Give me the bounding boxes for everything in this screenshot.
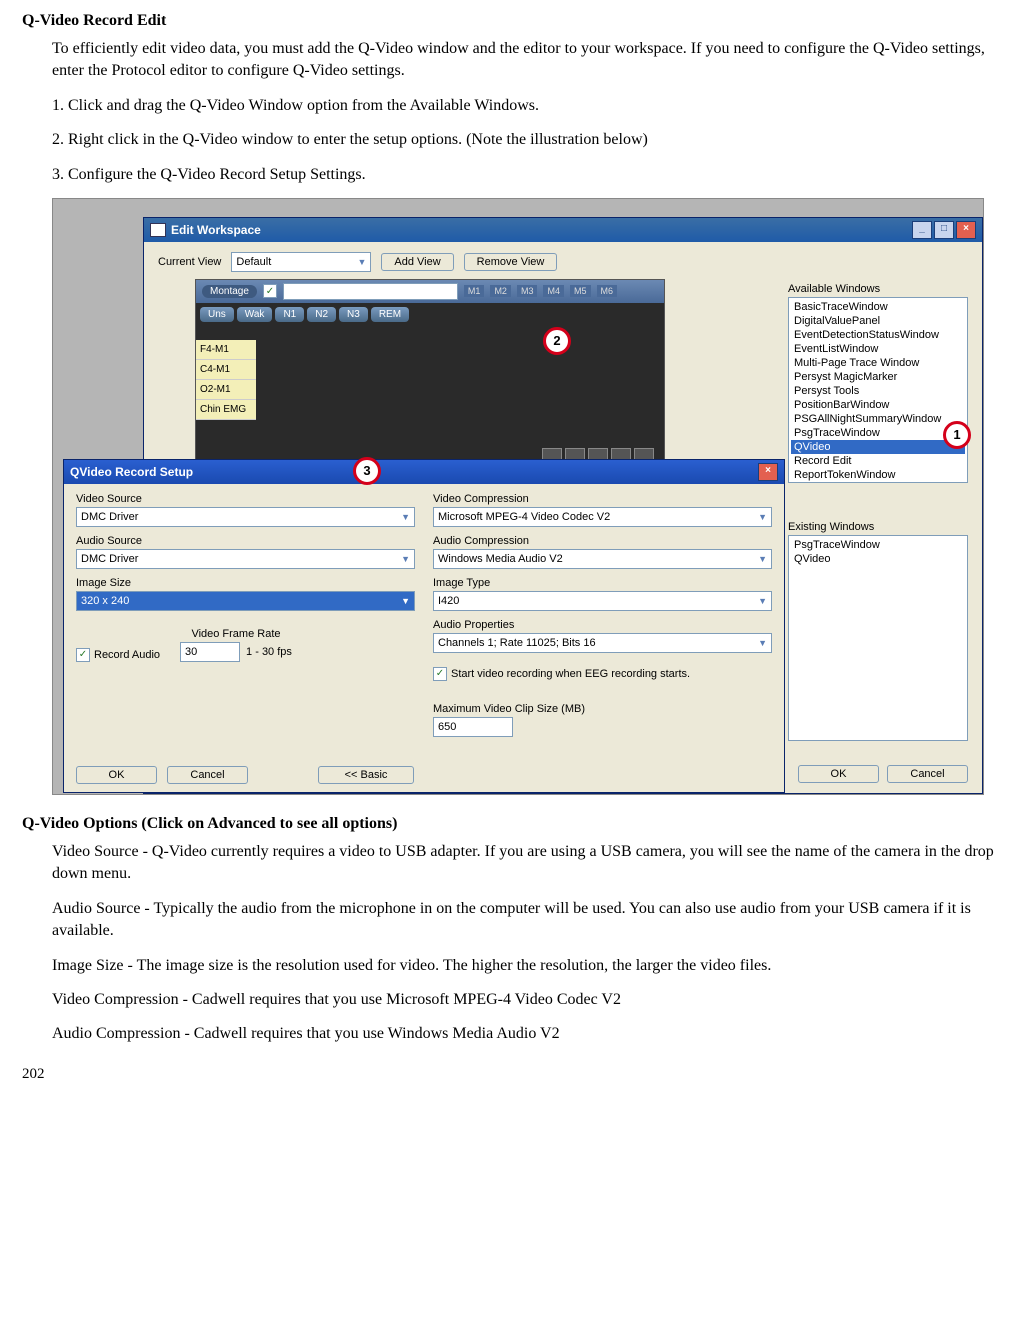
stage-button[interactable]: N2 [307,307,336,322]
available-windows-list[interactable]: BasicTraceWindow DigitalValuePanel Event… [788,297,968,483]
image-type-select[interactable]: I420▼ [433,591,772,611]
audio-source-select[interactable]: DMC Driver▼ [76,549,415,569]
qvideo-setup-window: QVideo Record Setup × Video Source DMC D… [63,459,785,793]
image-type-label: Image Type [433,577,772,589]
list-item[interactable]: PsgTraceWindow [791,538,965,552]
list-item[interactable]: Persyst Tools [791,384,965,398]
stage-button[interactable]: N1 [275,307,304,322]
page-number: 202 [22,1066,996,1083]
preview-toolbar: Montage ✓ PSG Nasal Press & Thermal Flow… [196,280,664,303]
list-item[interactable]: EventDetectionStatusWindow [791,328,965,342]
montage-tab[interactable]: M5 [570,285,591,297]
audio-props-select[interactable]: Channels 1; Rate 11025; Bits 16▼ [433,633,772,653]
channel-label: F4-M1 [196,340,256,360]
window-icon [150,223,166,237]
qvideo-setup-title: QVideo Record Setup [70,465,193,479]
list-item[interactable]: PositionBarWindow [791,398,965,412]
step-1: 1. Click and drag the Q-Video Window opt… [52,95,996,117]
available-windows-label: Available Windows [788,283,968,295]
edit-workspace-title: Edit Workspace [171,223,261,237]
minimize-button[interactable]: _ [912,221,932,239]
audio-compression-label: Audio Compression [433,535,772,547]
list-item[interactable]: PSGAllNightSummaryWindow [791,412,965,426]
sleep-stage-row: Uns Wak N1 N2 N3 REM [196,303,664,326]
list-item[interactable]: BasicTraceWindow [791,300,965,314]
montage-tab[interactable]: M4 [543,285,564,297]
stage-button[interactable]: Wak [237,307,273,322]
cancel-button[interactable]: Cancel [167,766,248,784]
basic-button[interactable]: << Basic [318,766,414,784]
maximize-button[interactable]: □ [934,221,954,239]
montage-tab[interactable]: M3 [517,285,538,297]
audio-compression-select[interactable]: Windows Media Audio V2▼ [433,549,772,569]
remove-view-button[interactable]: Remove View [464,253,558,271]
current-view-select[interactable]: Default▼ [231,252,371,272]
video-source-label: Video Source [76,493,415,505]
montage-tab[interactable]: M2 [490,285,511,297]
qvideo-setup-titlebar: QVideo Record Setup × [64,460,784,484]
frame-rate-label: Video Frame Rate [180,628,292,640]
video-compression-label: Video Compression [433,493,772,505]
list-item[interactable]: Persyst MagicMarker [791,370,965,384]
channel-label: Chin EMG [196,400,256,420]
step-3: 3. Configure the Q-Video Record Setup Se… [52,164,996,186]
marker-3: 3 [353,457,381,485]
option-video-compression: Video Compression - Cadwell requires tha… [52,989,996,1011]
image-size-label: Image Size [76,577,415,589]
audio-source-label: Audio Source [76,535,415,547]
frame-rate-input[interactable]: 30 [180,642,240,662]
video-source-select[interactable]: DMC Driver▼ [76,507,415,527]
current-view-label: Current View [158,256,221,268]
ok-button[interactable]: OK [76,766,157,784]
close-button[interactable]: × [956,221,976,239]
montage-select[interactable]: PSG Nasal Press & Thermal Flow [283,283,458,300]
max-clip-label: Maximum Video Clip Size (MB) [433,703,772,715]
option-video-source: Video Source - Q-Video currently require… [52,841,996,886]
existing-windows-label: Existing Windows [788,521,968,533]
stage-button[interactable]: N3 [339,307,368,322]
option-image-size: Image Size - The image size is the resol… [52,955,996,977]
ok-button[interactable]: OK [798,765,879,783]
record-audio-checkbox[interactable]: ✓Record Audio [76,648,160,662]
channel-label: O2-M1 [196,380,256,400]
stage-button[interactable]: Uns [200,307,234,322]
list-item-selected[interactable]: QVideo [791,440,965,454]
image-size-select[interactable]: 320 x 240▼ [76,591,415,611]
frame-rate-range: 1 - 30 fps [246,646,292,658]
montage-tab[interactable]: M1 [464,285,485,297]
list-item[interactable]: DigitalValuePanel [791,314,965,328]
marker-1: 1 [943,421,971,449]
list-item[interactable]: Multi-Page Trace Window [791,356,965,370]
option-audio-compression: Audio Compression - Cadwell requires tha… [52,1023,996,1045]
list-item[interactable]: Record Edit [791,454,965,468]
montage-tab[interactable]: M6 [597,285,618,297]
stage-button[interactable]: REM [371,307,409,322]
cancel-button[interactable]: Cancel [887,765,968,783]
max-clip-input[interactable]: 650 [433,717,513,737]
add-view-button[interactable]: Add View [381,253,453,271]
video-compression-select[interactable]: Microsoft MPEG-4 Video Codec V2▼ [433,507,772,527]
list-item[interactable]: ReportTokenWindow [791,468,965,482]
heading-qvideo-options: Q-Video Options (Click on Advanced to se… [22,815,996,833]
close-button[interactable]: × [758,463,778,481]
list-item[interactable]: EventListWindow [791,342,965,356]
montage-pill[interactable]: Montage [202,285,257,298]
channel-label: C4-M1 [196,360,256,380]
existing-windows-list[interactable]: PsgTraceWindow QVideo [788,535,968,741]
option-audio-source: Audio Source - Typically the audio from … [52,898,996,943]
channel-sidebar: F4-M1 C4-M1 O2-M1 Chin EMG [196,340,256,420]
heading-qvideo-record-edit: Q-Video Record Edit [22,12,996,30]
screenshot-container: Edit Workspace _ □ × Current View Defaul… [52,198,984,795]
start-recording-checkbox[interactable]: ✓Start video recording when EEG recordin… [433,667,690,681]
list-item[interactable]: PsgTraceWindow [791,426,965,440]
montage-checkbox[interactable]: ✓ [263,284,277,298]
list-item[interactable]: QVideo [791,552,965,566]
intro-paragraph: To efficiently edit video data, you must… [52,38,996,83]
marker-2: 2 [543,327,571,355]
step-2: 2. Right click in the Q-Video window to … [52,129,996,151]
edit-workspace-titlebar: Edit Workspace _ □ × [144,218,982,242]
audio-props-label: Audio Properties [433,619,772,631]
